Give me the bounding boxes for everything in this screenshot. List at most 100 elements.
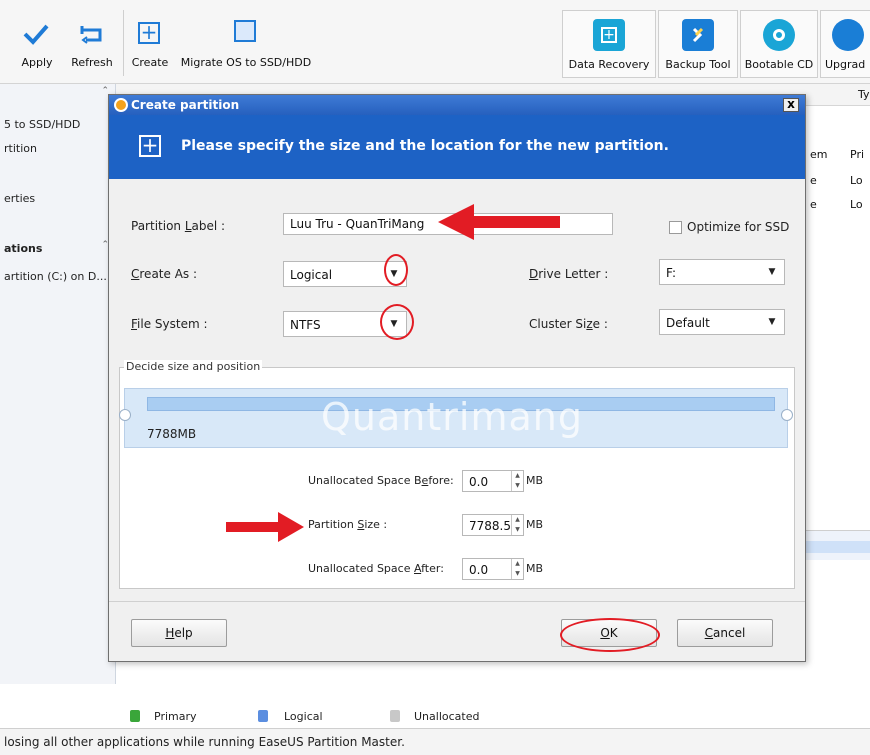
plus-icon: + bbox=[139, 135, 161, 157]
status-bar: losing all other applications while runn… bbox=[0, 728, 870, 755]
bootable-cd-button[interactable]: Bootable CD bbox=[740, 10, 818, 78]
migrate-os-button[interactable]: Migrate OS to SSD/HDD bbox=[174, 14, 318, 74]
partition-size-value: 7788.5 bbox=[469, 519, 511, 533]
unit-label: MB bbox=[526, 562, 544, 575]
refresh-button[interactable]: Refresh bbox=[64, 14, 120, 74]
unit-label: MB bbox=[526, 518, 544, 531]
label-text: Unallocated Space bbox=[308, 562, 414, 575]
chevron-down-icon[interactable]: ▼ bbox=[764, 314, 780, 330]
partition-bar[interactable]: 7788MB Quantrimang bbox=[119, 388, 793, 448]
unallocated-swatch bbox=[390, 710, 400, 722]
button-text: elp bbox=[174, 626, 193, 640]
dialog-close-button[interactable]: x bbox=[783, 98, 799, 112]
data-recovery-icon: + bbox=[593, 19, 625, 51]
watermark-text: Quantrimang bbox=[321, 395, 583, 439]
col-header-type[interactable]: Ty bbox=[858, 88, 870, 101]
button-accesskey: C bbox=[704, 626, 714, 640]
unit-label: MB bbox=[526, 474, 544, 487]
side-item-partition[interactable]: rtition bbox=[4, 142, 37, 155]
legend-primary: Primary bbox=[154, 710, 197, 723]
dialog-title-bar[interactable]: Create partition x bbox=[109, 95, 805, 115]
label-text: abel : bbox=[191, 219, 226, 233]
label-text: reate As : bbox=[139, 267, 198, 281]
dialog-header-text: Please specify the size and the location… bbox=[181, 138, 669, 154]
upgrade-label: Upgrad bbox=[825, 58, 866, 71]
checkmark-icon bbox=[23, 24, 49, 45]
unallocated-after-value: 0.0 bbox=[469, 563, 489, 577]
list-cell: Pri bbox=[850, 148, 865, 161]
unallocated-before-value: 0.0 bbox=[469, 475, 489, 489]
label-text: fore: bbox=[428, 474, 454, 487]
red-circle-annotation-ok bbox=[560, 618, 660, 652]
side-item-properties[interactable]: erties bbox=[4, 192, 35, 205]
list-cell: Lo bbox=[850, 174, 863, 187]
label-text: Cluster Si bbox=[529, 317, 587, 331]
side-section-operations: ations bbox=[4, 242, 43, 255]
create-plus-icon: + bbox=[138, 22, 160, 44]
resize-handle-left[interactable] bbox=[119, 409, 131, 421]
spin-arrows-icon[interactable]: ▲ ▼ bbox=[511, 559, 523, 579]
unallocated-after-label: Unallocated Space After: bbox=[308, 562, 444, 575]
label-text: ize : bbox=[364, 518, 388, 531]
create-as-value: Logical bbox=[290, 268, 333, 282]
cancel-button[interactable]: Cancel bbox=[677, 619, 773, 647]
status-text: losing all other applications while runn… bbox=[4, 735, 405, 749]
partition-size-label: Partition Size : bbox=[308, 518, 387, 531]
cluster-size-select[interactable]: Default ▼ bbox=[659, 309, 785, 335]
partition-size-stepper[interactable]: 7788.5 ▲ ▼ bbox=[462, 514, 524, 536]
logical-swatch bbox=[258, 710, 268, 722]
label-text: Partition bbox=[308, 518, 358, 531]
backup-tool-button[interactable]: Backup Tool bbox=[658, 10, 738, 78]
optimize-ssd-checkbox[interactable] bbox=[669, 221, 682, 234]
label-accesskey: D bbox=[529, 267, 539, 281]
upgrade-button[interactable]: Upgrad bbox=[820, 10, 870, 78]
globe-icon bbox=[832, 19, 864, 51]
label-text: Partition bbox=[131, 219, 185, 233]
create-button[interactable]: + Create bbox=[128, 14, 172, 74]
apply-label: Apply bbox=[21, 56, 53, 69]
help-button[interactable]: Help bbox=[131, 619, 227, 647]
main-toolbar: Apply Refresh + Create Migrate OS to SSD… bbox=[0, 0, 870, 84]
list-cell: e bbox=[810, 174, 817, 187]
partition-bar-size: 7788MB bbox=[147, 427, 197, 441]
drive-letter-select[interactable]: F: ▼ bbox=[659, 259, 785, 285]
size-position-group-label: Decide size and position bbox=[124, 360, 263, 373]
create-label: Create bbox=[131, 56, 169, 69]
bootable-cd-icon bbox=[763, 19, 795, 51]
migrate-os-label: Migrate OS to SSD/HDD bbox=[180, 56, 312, 69]
resize-handle-right[interactable] bbox=[781, 409, 793, 421]
partition-list: em Pri e Lo e Lo bbox=[806, 106, 870, 216]
dialog-app-icon bbox=[114, 98, 128, 112]
file-system-value: NTFS bbox=[290, 318, 321, 332]
apply-button[interactable]: Apply bbox=[14, 14, 60, 74]
data-recovery-label: Data Recovery bbox=[568, 58, 650, 71]
disk-map-fragment bbox=[806, 530, 870, 560]
button-accesskey: H bbox=[165, 626, 175, 640]
list-cell: e bbox=[810, 198, 817, 211]
chevron-down-icon[interactable]: ▼ bbox=[764, 264, 780, 280]
unallocated-after-stepper[interactable]: 0.0 ▲ ▼ bbox=[462, 558, 524, 580]
red-circle-annotation-create-as bbox=[384, 254, 408, 286]
col-fragment: em bbox=[810, 148, 828, 161]
label-text: Unallocated Space B bbox=[308, 474, 422, 487]
refresh-icon bbox=[80, 26, 102, 44]
toolbar-separator bbox=[123, 10, 124, 76]
optimize-ssd-label: Optimize for SSD bbox=[687, 220, 790, 234]
button-text: ancel bbox=[713, 626, 746, 640]
side-item-migrate[interactable]: 5 to SSD/HDD bbox=[4, 118, 80, 131]
label-text: rive Letter : bbox=[538, 267, 609, 281]
drive-letter-value: F: bbox=[666, 266, 677, 280]
side-item-pending-op[interactable]: artition (C:) on D... bbox=[4, 270, 107, 283]
primary-swatch bbox=[130, 710, 140, 722]
data-recovery-button[interactable]: + Data Recovery bbox=[562, 10, 656, 78]
spin-arrows-icon[interactable]: ▲ ▼ bbox=[511, 471, 523, 491]
dialog-title: Create partition bbox=[131, 98, 240, 112]
file-system-label: File System : bbox=[131, 317, 208, 331]
spin-arrows-icon[interactable]: ▲ ▼ bbox=[511, 515, 523, 535]
dialog-header: + Please specify the size and the locati… bbox=[109, 115, 805, 179]
red-arrow-annotation-partition-size bbox=[226, 512, 304, 542]
list-cell: Lo bbox=[850, 198, 863, 211]
label-text: e : bbox=[592, 317, 608, 331]
side-panel: ⌃ 5 to SSD/HDD rtition erties ations ⌃ a… bbox=[0, 84, 116, 684]
unallocated-before-stepper[interactable]: 0.0 ▲ ▼ bbox=[462, 470, 524, 492]
